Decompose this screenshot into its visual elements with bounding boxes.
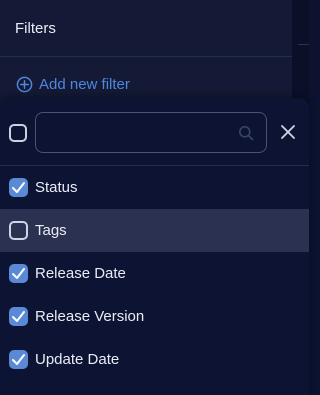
- close-icon: [278, 122, 298, 142]
- filter-option-label: Release Version: [35, 308, 145, 325]
- add-new-filter-button[interactable]: Add new filter: [16, 74, 130, 94]
- add-new-filter-label: Add new filter: [39, 75, 130, 93]
- checkmark-icon: [12, 182, 25, 193]
- checkmark-icon: [12, 268, 25, 279]
- checkmark-icon: [12, 354, 25, 365]
- filter-option-release-date[interactable]: Release Date: [0, 252, 309, 295]
- dropdown-search-row: [0, 98, 309, 166]
- checkbox-checked[interactable]: [9, 264, 28, 283]
- checkmark-icon: [12, 311, 25, 322]
- filters-title: Filters: [15, 20, 56, 37]
- checkbox-unchecked[interactable]: [9, 221, 28, 240]
- filter-option-label: Status: [35, 179, 78, 196]
- divider: [298, 44, 309, 45]
- filter-option-release-version[interactable]: Release Version: [0, 295, 309, 338]
- filter-option-label: Tags: [35, 222, 67, 239]
- checkbox-checked[interactable]: [9, 350, 28, 369]
- checkbox-checked[interactable]: [9, 307, 28, 326]
- search-icon: [238, 125, 254, 141]
- plus-circle-icon: [16, 76, 33, 93]
- filter-option-label: Release Date: [35, 265, 126, 282]
- checkbox-checked[interactable]: [9, 178, 28, 197]
- filter-option-status[interactable]: Status: [0, 166, 309, 209]
- search-field[interactable]: [35, 112, 267, 154]
- filters-header: Filters: [0, 0, 292, 57]
- filter-option-tags[interactable]: Tags: [0, 209, 309, 252]
- search-input[interactable]: [46, 113, 240, 154]
- filter-option-update-date[interactable]: Update Date: [0, 338, 309, 381]
- filter-option-label: Update Date: [35, 351, 120, 368]
- select-all-checkbox[interactable]: [9, 124, 27, 142]
- filter-dropdown: Status Tags Release Date Release Version…: [0, 98, 309, 395]
- filter-options-list: Status Tags Release Date Release Version…: [0, 166, 309, 381]
- close-button[interactable]: [278, 122, 298, 142]
